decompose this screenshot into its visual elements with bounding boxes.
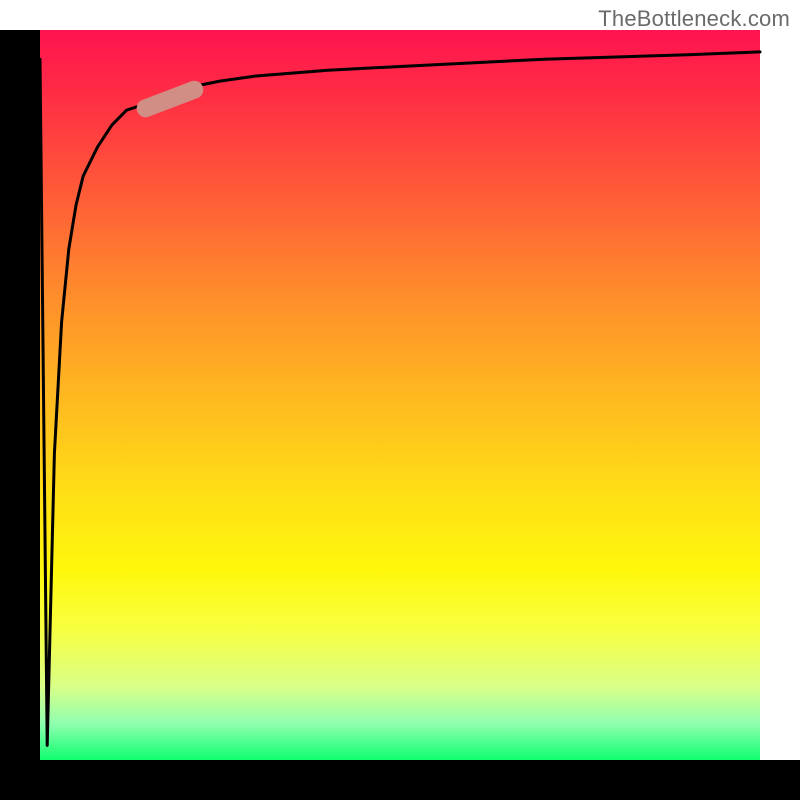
plot-gradient-area <box>40 30 760 760</box>
y-axis <box>0 30 40 760</box>
attribution-text: TheBottleneck.com <box>598 6 790 32</box>
chart-container: TheBottleneck.com <box>0 0 800 800</box>
x-axis <box>0 760 800 800</box>
